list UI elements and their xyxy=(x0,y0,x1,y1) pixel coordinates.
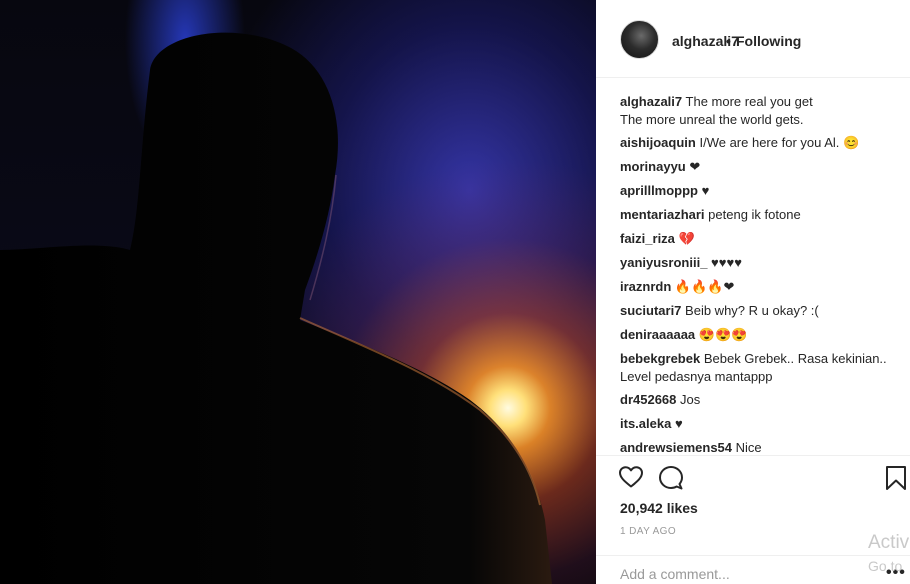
comment-item: its.aleka ♥ xyxy=(620,415,910,433)
comment-text: Nice xyxy=(735,440,762,455)
comment-username[interactable]: iraznrdn xyxy=(620,279,671,294)
comment-input[interactable] xyxy=(620,566,860,582)
comment-username[interactable]: bebekgrebek xyxy=(620,351,700,366)
comment-item: suciutari7 Beib why? R u okay? :( xyxy=(620,302,910,320)
comment-item: mentariazhari peteng ik fotone xyxy=(620,206,910,224)
comment-text: ♥ xyxy=(674,416,683,431)
comment-text: Bebek Grebek.. Rasa kekinian.. xyxy=(703,351,887,366)
likes-count[interactable]: 20,942 likes xyxy=(620,500,698,516)
comment-item: aprilllmoppp ♥ xyxy=(620,182,910,200)
speech-bubble-icon[interactable] xyxy=(658,465,684,496)
comment-item: morinayyu ❤ xyxy=(620,158,910,176)
avatar[interactable] xyxy=(620,20,659,59)
heart-outline-icon[interactable] xyxy=(618,465,644,494)
comment-username[interactable]: andrewsiemens54 xyxy=(620,440,732,455)
comment-username[interactable]: deniraaaaaa xyxy=(620,327,695,342)
caption-line-1: The more real you get xyxy=(685,94,813,109)
following-button[interactable]: Following xyxy=(736,33,801,49)
comment-username[interactable]: dr452668 xyxy=(620,392,676,407)
caption-username[interactable]: alghazali7 xyxy=(620,94,682,109)
comment-item: iraznrdn 🔥🔥🔥❤ xyxy=(620,278,910,296)
post-photo[interactable] xyxy=(0,0,596,584)
comment-text: Jos xyxy=(680,392,701,407)
comment-text: 💔 xyxy=(678,231,695,246)
comment-item: bebekgrebek Bebek Grebek.. Rasa kekinian… xyxy=(620,350,910,386)
post-actions xyxy=(596,456,910,506)
caption: alghazali7 The more real you get The mor… xyxy=(620,93,910,129)
comment-text: ❤ xyxy=(689,159,701,174)
comment-text: peteng ik fotone xyxy=(708,207,801,222)
comment-username[interactable]: aprilllmoppp xyxy=(620,183,698,198)
comment-username[interactable]: aishijoaquin xyxy=(620,135,696,150)
comment-item: yaniyusroniii_ ♥♥♥♥ xyxy=(620,254,910,272)
more-options-button[interactable]: ••• xyxy=(886,564,906,582)
comment-text: 😍😍😍 xyxy=(698,327,748,342)
comment-text: 🔥🔥🔥❤ xyxy=(674,279,735,294)
bookmark-icon[interactable] xyxy=(885,465,907,496)
comment-username[interactable]: mentariazhari xyxy=(620,207,705,222)
comment-text: ♥ xyxy=(701,183,710,198)
comment-username[interactable]: faizi_riza xyxy=(620,231,675,246)
comment-text: ♥♥♥♥ xyxy=(711,255,742,270)
comment-username[interactable]: suciutari7 xyxy=(620,303,681,318)
comment-username[interactable]: morinayyu xyxy=(620,159,686,174)
comment-item: aishijoaquin I/We are here for you Al. 😊 xyxy=(620,134,910,152)
header-separator: • xyxy=(726,33,731,49)
silhouette-figure xyxy=(0,32,552,584)
comment-item: deniraaaaaa 😍😍😍 xyxy=(620,326,910,344)
comment-item: dr452668 Jos xyxy=(620,391,910,409)
add-comment-section: ••• xyxy=(596,555,910,584)
comment-item: andrewsiemens54 Nice xyxy=(620,439,910,455)
comment-text-line-2: Level pedasnya mantappp xyxy=(620,369,773,384)
post-details-panel: alghazali7 • Following alghazali7 The mo… xyxy=(596,0,910,584)
comments-list[interactable]: alghazali7 The more real you get The mor… xyxy=(620,93,910,455)
post-header: alghazali7 • Following xyxy=(596,0,910,78)
comment-username[interactable]: its.aleka xyxy=(620,416,671,431)
caption-line-2: The more unreal the world gets. xyxy=(620,112,804,127)
comment-item: faizi_riza 💔 xyxy=(620,230,910,248)
comment-text: I/We are here for you Al. 😊 xyxy=(699,135,860,150)
post-timestamp[interactable]: 1 DAY AGO xyxy=(620,526,676,537)
comment-text: Beib why? R u okay? :( xyxy=(685,303,819,318)
comment-username[interactable]: yaniyusroniii_ xyxy=(620,255,707,270)
